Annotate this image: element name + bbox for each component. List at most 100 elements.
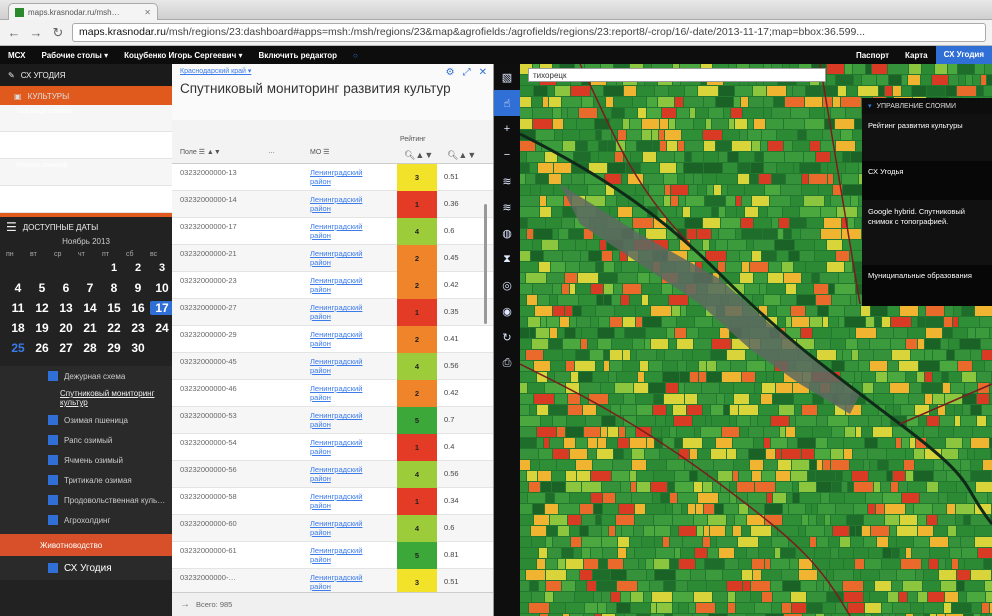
field-parcel[interactable] [520, 372, 536, 382]
field-parcel[interactable] [828, 416, 848, 426]
field-parcel[interactable] [679, 559, 695, 569]
field-parcel[interactable] [593, 460, 612, 470]
field-parcel[interactable] [768, 273, 783, 283]
field-parcel[interactable] [742, 262, 749, 272]
field-parcel[interactable] [791, 306, 805, 316]
field-parcel[interactable] [795, 405, 801, 415]
field-parcel[interactable] [755, 152, 763, 162]
field-parcel[interactable] [577, 119, 594, 129]
field-parcel[interactable] [570, 284, 575, 294]
field-parcel[interactable] [667, 328, 674, 338]
calendar-day[interactable]: 25 [6, 341, 30, 355]
field-parcel[interactable] [713, 592, 727, 602]
field-parcel[interactable] [773, 493, 786, 503]
field-parcel[interactable] [666, 416, 673, 426]
field-parcel[interactable] [560, 317, 569, 327]
field-parcel[interactable] [899, 592, 907, 602]
field-parcel[interactable] [719, 86, 734, 96]
field-parcel[interactable] [959, 75, 965, 85]
field-parcel[interactable] [742, 570, 752, 580]
field-parcel[interactable] [576, 240, 586, 250]
layers-icon[interactable]: ≋ [494, 168, 520, 194]
footer-arrow-icon[interactable]: → [180, 599, 190, 610]
field-parcel[interactable] [975, 449, 990, 459]
field-parcel[interactable] [538, 163, 553, 173]
field-parcel[interactable] [527, 295, 537, 305]
field-parcel[interactable] [675, 438, 682, 448]
field-parcel[interactable] [638, 581, 649, 591]
field-parcel[interactable] [728, 592, 735, 602]
map-layer-agrolands[interactable]: СХ Угодья [862, 160, 992, 200]
field-parcel[interactable] [927, 416, 939, 426]
field-parcel[interactable] [638, 108, 646, 118]
field-parcel[interactable] [906, 372, 916, 382]
field-parcel[interactable] [582, 515, 595, 525]
field-parcel[interactable] [864, 581, 874, 591]
field-parcel[interactable] [874, 482, 880, 492]
field-parcel[interactable] [549, 174, 561, 184]
field-parcel[interactable] [598, 438, 606, 448]
field-parcel[interactable] [967, 592, 985, 602]
col-more[interactable]: … [268, 148, 275, 155]
calendar-day[interactable]: 20 [54, 321, 78, 335]
field-parcel[interactable] [704, 163, 722, 173]
field-parcel[interactable] [532, 339, 548, 349]
field-parcel[interactable] [906, 548, 911, 558]
field-parcel[interactable] [588, 449, 596, 459]
field-parcel[interactable] [944, 603, 951, 613]
field-parcel[interactable] [737, 207, 744, 217]
field-parcel[interactable] [961, 416, 976, 426]
field-parcel[interactable] [587, 581, 596, 591]
field-parcel[interactable] [887, 449, 905, 459]
field-parcel[interactable] [570, 493, 590, 503]
field-parcel[interactable] [520, 251, 530, 261]
field-parcel[interactable] [829, 306, 844, 316]
field-parcel[interactable] [944, 317, 952, 327]
field-parcel[interactable] [901, 559, 921, 569]
field-parcel[interactable] [784, 273, 801, 283]
field-parcel[interactable] [546, 559, 557, 569]
field-parcel[interactable] [529, 482, 540, 492]
field-parcel[interactable] [749, 97, 763, 107]
field-parcel[interactable] [624, 86, 636, 96]
layer-checkbox[interactable] [48, 563, 58, 573]
field-parcel[interactable] [673, 592, 693, 602]
field-parcel[interactable] [906, 504, 913, 514]
field-parcel[interactable] [955, 405, 962, 415]
field-parcel[interactable] [753, 570, 761, 580]
field-parcel[interactable] [530, 163, 537, 173]
field-parcel[interactable] [781, 185, 801, 195]
field-parcel[interactable] [874, 350, 891, 360]
reload-icon[interactable]: ↻ [50, 25, 66, 41]
field-parcel[interactable] [794, 394, 812, 404]
field-parcel[interactable] [677, 207, 682, 217]
field-parcel[interactable] [555, 394, 567, 404]
field-parcel[interactable] [790, 559, 798, 569]
zoom-in-icon[interactable]: + [494, 116, 520, 142]
field-parcel[interactable] [810, 537, 816, 547]
field-parcel[interactable] [902, 493, 919, 503]
field-parcel[interactable] [664, 581, 675, 591]
field-parcel[interactable] [617, 372, 637, 382]
field-parcel[interactable] [656, 548, 674, 558]
field-parcel[interactable] [912, 317, 917, 327]
field-parcel[interactable] [520, 449, 538, 459]
field-parcel[interactable] [739, 559, 751, 569]
layer-item[interactable]: Рапс озимый [0, 430, 172, 450]
field-parcel[interactable] [844, 449, 852, 459]
field-parcel[interactable] [547, 273, 564, 283]
field-parcel[interactable] [520, 207, 539, 217]
field-parcel[interactable] [754, 119, 765, 129]
field-parcel[interactable] [631, 152, 642, 162]
field-parcel[interactable] [727, 350, 745, 360]
field-parcel[interactable] [699, 328, 719, 338]
nav-map[interactable]: Карта [897, 51, 936, 60]
field-parcel[interactable] [600, 240, 606, 250]
workspaces-menu[interactable]: Рабочие столы ▾ [33, 51, 116, 60]
field-parcel[interactable] [597, 295, 603, 305]
nav-agro-lands[interactable]: СХ Угодия [935, 46, 992, 64]
field-parcel[interactable] [637, 405, 652, 415]
calendar-day[interactable]: 4 [6, 281, 30, 295]
layer-checkbox[interactable] [48, 415, 58, 425]
field-parcel[interactable] [566, 603, 584, 613]
